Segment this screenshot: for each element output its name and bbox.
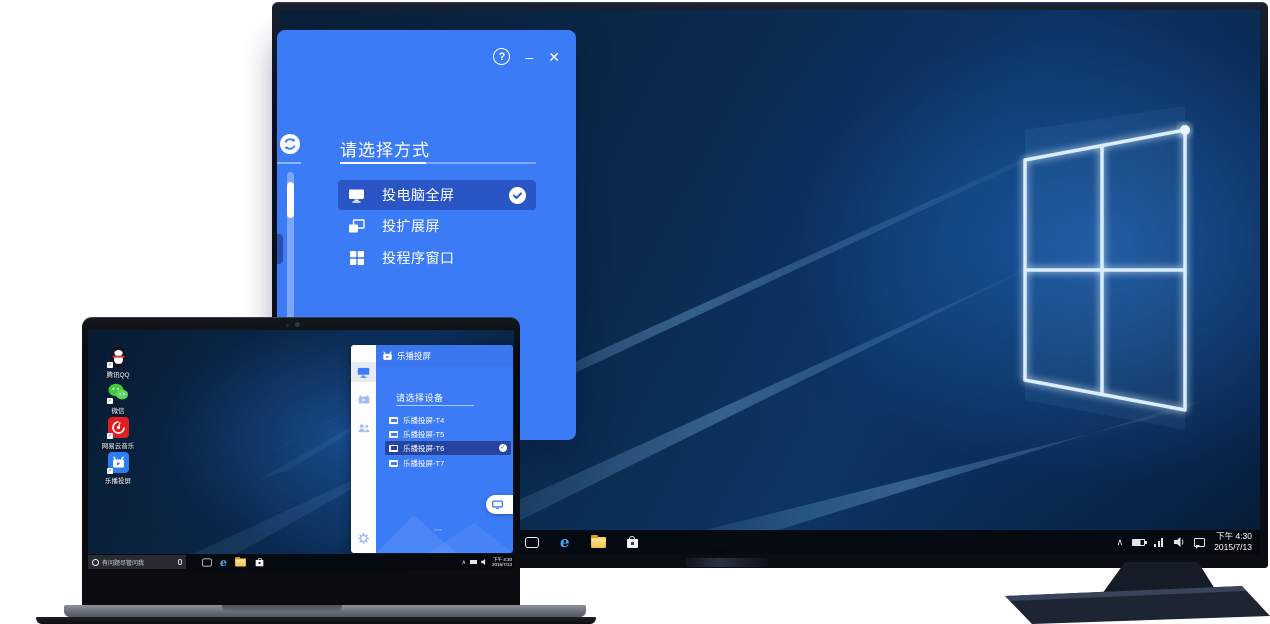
- menu-item-label: 投程序窗口: [382, 248, 526, 268]
- wechat-icon: ↗: [108, 382, 129, 403]
- laptop-taskbar: 有问题尽管问我 e ∧ 下午 4:30 2015/7/13: [88, 554, 514, 570]
- tray-expand-icon[interactable]: ∧: [1117, 537, 1124, 548]
- desktop-fullscreen-cast-icon: [348, 187, 365, 204]
- help-glyph: ?: [499, 51, 506, 63]
- cortana-icon: [92, 559, 99, 566]
- device-row-t6[interactable]: 乐播投屏-T6 ✓: [385, 441, 511, 455]
- device-label: 乐播投屏-T7: [403, 458, 507, 469]
- desktop-icon-label: 乐播投屏: [96, 475, 140, 485]
- device-label: 乐播投屏-T4: [403, 415, 507, 426]
- microphone-icon[interactable]: [178, 559, 182, 565]
- tv-device-icon: [389, 417, 398, 424]
- desktop-icon-label: 腾讯QQ: [96, 369, 140, 379]
- minimize-button[interactable]: –: [525, 50, 533, 64]
- tv-ir-sensor: [686, 558, 768, 567]
- dialog-title: 请选择方式: [340, 136, 430, 161]
- menu-item-label: 投电脑全屏: [382, 185, 509, 205]
- battery-icon[interactable]: [470, 560, 477, 564]
- menu-item-label: 投扩展屏: [382, 216, 526, 236]
- sidebar-item-cast-screen[interactable]: [351, 362, 376, 382]
- tv-device-icon: [389, 460, 398, 467]
- netease-music-icon: ↗: [108, 417, 129, 438]
- task-view-icon[interactable]: [525, 537, 539, 548]
- rail-selected-tab: [277, 234, 283, 264]
- sync-icon[interactable]: [280, 134, 300, 154]
- store-icon[interactable]: [256, 558, 264, 566]
- search-placeholder: 有问题尽管问我: [102, 558, 175, 567]
- qq-icon: ↗: [108, 346, 129, 367]
- search-box[interactable]: 有问题尽管问我: [88, 555, 186, 569]
- program-window-cast-icon: [348, 250, 365, 267]
- file-explorer-icon[interactable]: [591, 537, 606, 548]
- tv-device-icon: [389, 445, 398, 452]
- task-view-icon[interactable]: [202, 558, 212, 566]
- tv-stand: [980, 560, 1270, 624]
- battery-icon[interactable]: [1132, 539, 1145, 546]
- scrollbar-thumb[interactable]: [287, 182, 294, 218]
- close-button[interactable]: ✕: [548, 50, 560, 64]
- laptop: ↗ 腾讯QQ ↗ 微信 ↗ 网易云音乐 ↗ 乐播投屏: [82, 317, 520, 605]
- shortcut-arrow-icon: ↗: [107, 362, 113, 368]
- desktop-icon-label: 网易云音乐: [96, 440, 140, 450]
- sidebar-item-users[interactable]: [351, 418, 376, 438]
- lebo-app-window: 乐播投屏 请选择设备 乐播投屏-T4: [351, 345, 513, 553]
- desktop-icon-netease-music[interactable]: ↗ 网易云音乐: [96, 417, 140, 450]
- laptop-lid-notch: [222, 605, 342, 612]
- sidebar-item-cast-media[interactable]: [351, 390, 376, 410]
- settings-gear-icon[interactable]: [351, 528, 376, 548]
- floating-cast-button[interactable]: [486, 495, 513, 514]
- menu-item-cast-window[interactable]: 投程序窗口: [338, 244, 536, 272]
- laptop-clock[interactable]: 下午 4:30 2015/7/13: [492, 557, 512, 568]
- webcam-icon: [295, 322, 300, 327]
- app-titlebar: 乐播投屏: [376, 345, 513, 367]
- extend-screen-cast-icon: [348, 218, 365, 235]
- tv-date: 2015/7/13: [1214, 542, 1252, 553]
- device-row-t7[interactable]: 乐播投屏-T7: [385, 457, 511, 470]
- menu-item-cast-fullscreen[interactable]: 投电脑全屏: [338, 180, 536, 210]
- store-icon[interactable]: [627, 536, 638, 548]
- volume-icon[interactable]: [1174, 537, 1185, 547]
- tv-time: 下午 4:30: [1214, 531, 1252, 542]
- laptop-hinge-deck: [64, 605, 586, 617]
- device-label: 乐播投屏-T6: [403, 443, 499, 454]
- shortcut-arrow-icon: ↗: [107, 433, 113, 439]
- desktop-icon-wechat[interactable]: ↗ 微信: [96, 382, 140, 415]
- laptop-screen: ↗ 腾讯QQ ↗ 微信 ↗ 网易云音乐 ↗ 乐播投屏: [88, 330, 514, 570]
- help-button[interactable]: ?: [493, 48, 510, 65]
- device-list-header: 请选择设备: [396, 391, 444, 404]
- network-icon[interactable]: [1154, 538, 1165, 547]
- tray-expand-icon[interactable]: ∧: [462, 559, 466, 566]
- app-sidebar: [351, 345, 376, 553]
- action-center-icon[interactable]: [1194, 538, 1205, 547]
- laptop-base: [36, 617, 596, 624]
- title-underline: [340, 162, 536, 164]
- selected-check-icon: [509, 187, 526, 204]
- menu-item-cast-extend[interactable]: 投扩展屏: [338, 212, 536, 240]
- device-label: 乐播投屏-T5: [403, 429, 507, 440]
- volume-icon[interactable]: [481, 559, 488, 565]
- app-title: 乐播投屏: [397, 350, 431, 362]
- rail-divider: [277, 162, 301, 164]
- lebo-cast-icon: ↗: [108, 452, 129, 473]
- app-logo-icon: [382, 351, 393, 361]
- edge-browser-icon[interactable]: e: [559, 533, 570, 551]
- edge-browser-icon[interactable]: e: [219, 556, 227, 569]
- device-row-t4[interactable]: 乐播投屏-T4: [385, 414, 511, 427]
- tv-clock[interactable]: 下午 4:30 2015/7/13: [1214, 531, 1252, 552]
- desktop-icon-label: 微信: [96, 405, 140, 415]
- shortcut-arrow-icon: ↗: [107, 398, 113, 404]
- selected-check-icon: ✓: [499, 444, 507, 452]
- shortcut-arrow-icon: ↗: [107, 468, 113, 474]
- device-header-underline: [396, 405, 474, 406]
- device-row-t5[interactable]: 乐播投屏-T5: [385, 428, 511, 441]
- desktop-icon-lebo[interactable]: ↗ 乐播投屏: [96, 452, 140, 485]
- file-explorer-icon[interactable]: [235, 558, 246, 566]
- laptop-date: 2015/7/13: [492, 562, 512, 567]
- scrollbar-track[interactable]: [287, 172, 294, 320]
- desktop-icon-qq[interactable]: ↗ 腾讯QQ: [96, 346, 140, 379]
- tv-device-icon: [389, 431, 398, 438]
